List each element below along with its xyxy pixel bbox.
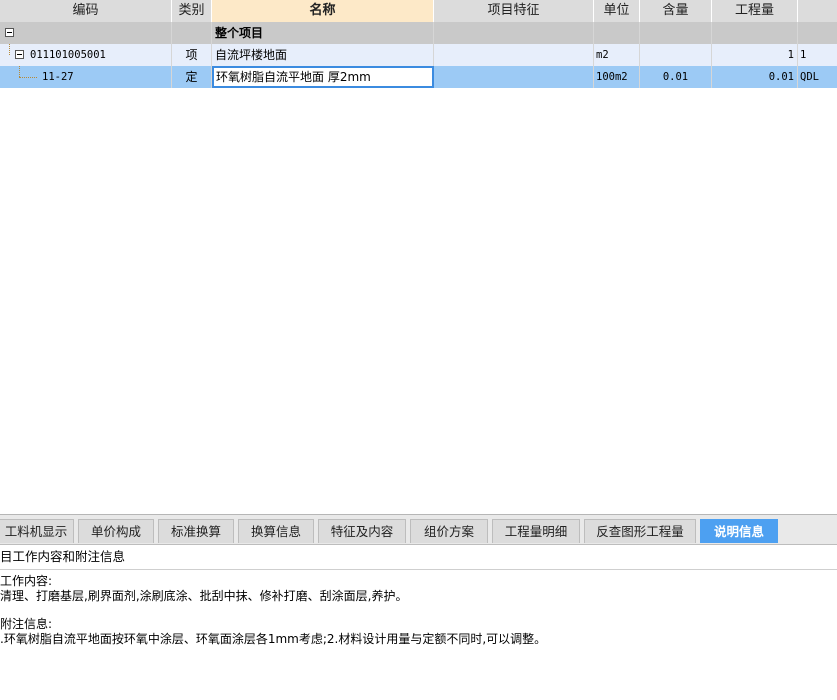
feature-cell[interactable]	[434, 66, 594, 88]
table-row[interactable]: 11-27 定 环氧树脂自流平地面 厚2mm 100m2 0.01 0.01 Q…	[0, 66, 837, 88]
code-cell[interactable]	[0, 22, 172, 44]
content-cell[interactable]	[640, 44, 712, 66]
unit-cell[interactable]: m2	[594, 44, 640, 66]
table-row[interactable]: 011101005001 项 自流坪楼地面 m2 1 1	[0, 44, 837, 66]
code-cell[interactable]: 11-27	[0, 66, 172, 88]
header-name[interactable]: 名称	[212, 0, 434, 22]
tab-features-content[interactable]: 特征及内容	[318, 519, 406, 543]
tab-description[interactable]: 说明信息	[700, 519, 778, 543]
collapse-icon[interactable]	[5, 28, 14, 37]
tree-line	[9, 44, 10, 55]
header-quantity[interactable]: 工程量	[712, 0, 798, 22]
code-text: 11-27	[42, 71, 74, 83]
info-section-title: 目工作内容和附注信息	[0, 545, 837, 570]
feature-cell[interactable]	[434, 22, 594, 44]
header-unit[interactable]: 单位	[594, 0, 640, 22]
quantity-cell[interactable]: 0.01	[712, 66, 798, 88]
name-cell[interactable]: 环氧树脂自流平地面 厚2mm	[212, 66, 434, 88]
feature-cell[interactable]	[434, 44, 594, 66]
tab-conversion-info[interactable]: 换算信息	[238, 519, 314, 543]
code-cell[interactable]: 011101005001	[0, 44, 172, 66]
header-feature[interactable]: 项目特征	[434, 0, 594, 22]
category-cell[interactable]: 定	[172, 66, 212, 88]
tab-unit-price[interactable]: 单价构成	[78, 519, 154, 543]
name-cell[interactable]: 自流坪楼地面	[212, 44, 434, 66]
tab-labor-material[interactable]: 工料机显示	[0, 519, 74, 543]
quantity-cell[interactable]: 1	[712, 44, 798, 66]
unit-cell[interactable]: 100m2	[594, 66, 640, 88]
name-edit-text: 环氧树脂自流平地面 厚2mm	[216, 70, 371, 84]
quantity-cell[interactable]	[712, 22, 798, 44]
category-cell[interactable]	[172, 22, 212, 44]
extra-cell[interactable]	[798, 22, 837, 44]
header-category[interactable]: 类别	[172, 0, 212, 22]
extra-cell[interactable]: QDL	[798, 66, 837, 88]
tab-quantity-detail[interactable]: 工程量明细	[492, 519, 580, 543]
table-row[interactable]: 整个项目	[0, 22, 837, 44]
content-cell[interactable]	[640, 22, 712, 44]
note-text: .环氧树脂自流平地面按环氧中涂层、环氧面涂层各1mm考虑;2.材料设计用量与定额…	[0, 632, 547, 646]
tab-reverse-lookup[interactable]: 反查图形工程量	[584, 519, 696, 543]
collapse-icon[interactable]	[15, 50, 24, 59]
extra-cell[interactable]: 1	[798, 44, 837, 66]
unit-cell[interactable]	[594, 22, 640, 44]
code-text: 011101005001	[30, 49, 106, 61]
header-extra[interactable]	[798, 0, 837, 22]
tab-standard-conversion[interactable]: 标准换算	[158, 519, 234, 543]
header-code[interactable]: 编码	[0, 0, 172, 22]
category-cell[interactable]: 项	[172, 44, 212, 66]
tree-line	[19, 66, 20, 77]
detail-tabs: 工料机显示 单价构成 标准换算 换算信息 特征及内容 组价方案 工程量明细 反查…	[0, 514, 837, 545]
content-cell[interactable]: 0.01	[640, 66, 712, 88]
name-edit-input[interactable]: 环氧树脂自流平地面 厚2mm	[212, 66, 434, 88]
grid-header: 编码 类别 名称 项目特征 单位 含量 工程量	[0, 0, 837, 23]
header-content[interactable]: 含量	[640, 0, 712, 22]
work-content-text: 清理、打磨基层,刷界面剂,涂刷底涂、批刮中抹、修补打磨、刮涂面层,养护。	[0, 589, 408, 603]
name-cell[interactable]: 整个项目	[212, 22, 434, 44]
tree-line	[19, 77, 37, 78]
tab-pricing-scheme[interactable]: 组价方案	[410, 519, 488, 543]
